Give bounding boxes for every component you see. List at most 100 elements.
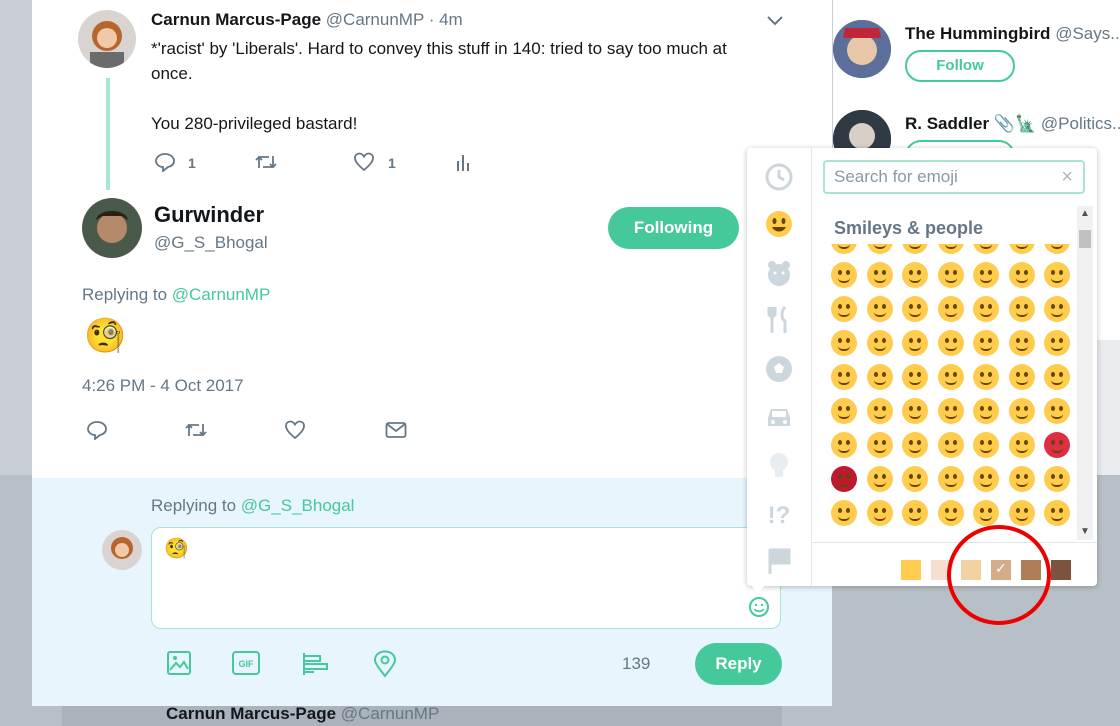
emoji-cell[interactable] — [1008, 296, 1035, 322]
emoji-cell[interactable] — [937, 364, 964, 390]
like-icon[interactable] — [284, 420, 306, 440]
emoji-cell[interactable] — [1008, 398, 1035, 424]
scroll-up-icon[interactable]: ▲ — [1080, 208, 1090, 219]
analytics-icon[interactable] — [456, 153, 472, 171]
emoji-cell[interactable] — [902, 364, 928, 390]
emoji-cell[interactable] — [973, 330, 999, 356]
emoji-cell[interactable] — [1008, 262, 1035, 288]
emoji-cell[interactable] — [937, 296, 964, 322]
emoji-cell[interactable] — [866, 364, 893, 390]
avatar[interactable] — [82, 198, 142, 258]
emoji-cell[interactable] — [831, 432, 857, 458]
emoji-cell[interactable] — [973, 262, 999, 288]
skin-tone-swatch[interactable] — [1051, 560, 1071, 580]
tweet-author-handle[interactable]: @G_S_Bhogal — [154, 233, 268, 253]
avatar[interactable] — [78, 10, 136, 68]
clear-search-icon[interactable]: × — [1061, 162, 1073, 192]
emoji-cell[interactable] — [831, 466, 857, 492]
emoji-cell[interactable] — [1044, 466, 1070, 492]
emoji-cell[interactable] — [937, 330, 964, 356]
emoji-cell[interactable] — [973, 466, 999, 492]
emoji-cell[interactable] — [937, 466, 964, 492]
emoji-cell[interactable] — [1044, 262, 1070, 288]
emoji-cell[interactable] — [937, 500, 964, 526]
emoji-cell[interactable] — [1044, 364, 1070, 390]
emoji-picker-icon[interactable] — [748, 596, 770, 618]
emoji-cell[interactable] — [866, 244, 893, 254]
smiley-icon[interactable] — [764, 209, 794, 239]
emoji-cell[interactable] — [973, 296, 999, 322]
emoji-cell[interactable] — [937, 398, 964, 424]
chevron-down-icon[interactable] — [766, 14, 784, 28]
tweet-compose-input[interactable]: 🧐 — [151, 527, 781, 629]
emoji-cell[interactable] — [1044, 244, 1070, 254]
reply-button[interactable]: Reply — [695, 643, 782, 685]
emoji-cell[interactable] — [902, 296, 928, 322]
emoji-cell[interactable] — [902, 398, 928, 424]
emoji-cell[interactable] — [831, 398, 857, 424]
emoji-cell[interactable] — [973, 244, 999, 254]
direct-message-icon[interactable] — [385, 421, 407, 439]
emoji-cell[interactable] — [866, 330, 893, 356]
emoji-cell[interactable] — [866, 296, 893, 322]
retweet-icon[interactable] — [184, 420, 208, 440]
avatar[interactable] — [833, 20, 891, 78]
emoji-cell[interactable] — [937, 262, 964, 288]
reply-icon[interactable] — [86, 420, 108, 440]
follow-button[interactable]: Follow — [905, 50, 1015, 82]
scroll-thumb[interactable] — [1079, 230, 1091, 248]
gif-icon[interactable]: GIF — [232, 651, 260, 675]
location-icon[interactable] — [373, 650, 397, 678]
emoji-cell[interactable] — [831, 364, 857, 390]
ball-icon[interactable] — [764, 354, 794, 384]
emoji-cell[interactable] — [902, 244, 928, 254]
emoji-cell[interactable] — [1008, 466, 1035, 492]
emoji-cell[interactable] — [973, 432, 999, 458]
emoji-cell[interactable] — [902, 500, 928, 526]
emoji-cell[interactable] — [902, 466, 928, 492]
emoji-cell[interactable] — [937, 244, 964, 254]
skin-tone-swatch[interactable] — [901, 560, 921, 580]
tweet-author-name[interactable]: Gurwinder — [154, 202, 264, 228]
emoji-cell[interactable] — [866, 398, 893, 424]
emoji-cell[interactable] — [1008, 432, 1035, 458]
emoji-cell[interactable] — [902, 432, 928, 458]
emoji-cell[interactable] — [902, 330, 928, 356]
emoji-cell[interactable] — [973, 500, 999, 526]
poll-icon[interactable] — [302, 652, 330, 676]
emoji-cell[interactable] — [1044, 432, 1070, 458]
emoji-cell[interactable] — [1008, 330, 1035, 356]
bulb-icon[interactable] — [764, 450, 794, 480]
emoji-search-input[interactable]: Search for emoji × — [823, 160, 1085, 194]
emoji-cell[interactable] — [973, 398, 999, 424]
timestamp[interactable]: 4:26 PM - 4 Oct 2017 — [82, 376, 244, 396]
following-button[interactable]: Following — [608, 207, 739, 249]
retweet-icon[interactable] — [254, 152, 278, 172]
emoji-cell[interactable] — [937, 432, 964, 458]
like-icon[interactable] — [353, 152, 375, 172]
emoji-cell[interactable] — [831, 330, 857, 356]
emoji-cell[interactable] — [1008, 364, 1035, 390]
animal-icon[interactable] — [764, 258, 794, 288]
flag-icon[interactable] — [764, 546, 794, 576]
emoji-cell[interactable] — [866, 500, 893, 526]
emoji-cell[interactable] — [1044, 296, 1070, 322]
emoji-cell[interactable] — [866, 466, 893, 492]
car-icon[interactable] — [764, 402, 794, 432]
emoji-cell[interactable] — [866, 432, 893, 458]
emoji-cell[interactable] — [831, 296, 857, 322]
emoji-cell[interactable] — [831, 500, 857, 526]
scroll-down-icon[interactable]: ▼ — [1080, 526, 1090, 537]
image-icon[interactable] — [166, 650, 192, 676]
emoji-cell[interactable] — [1008, 244, 1035, 254]
emoji-cell[interactable] — [831, 262, 857, 288]
emoji-cell[interactable] — [902, 262, 928, 288]
reply-icon[interactable] — [154, 152, 176, 172]
emoji-scrollbar[interactable]: ▲ ▼ — [1077, 206, 1093, 540]
emoji-cell[interactable] — [1008, 500, 1035, 526]
emoji-cell[interactable] — [973, 364, 999, 390]
clock-icon[interactable] — [764, 162, 794, 192]
emoji-cell[interactable] — [1044, 398, 1070, 424]
emoji-cell[interactable] — [1044, 330, 1070, 356]
symbols-icon[interactable]: !? — [764, 498, 794, 528]
